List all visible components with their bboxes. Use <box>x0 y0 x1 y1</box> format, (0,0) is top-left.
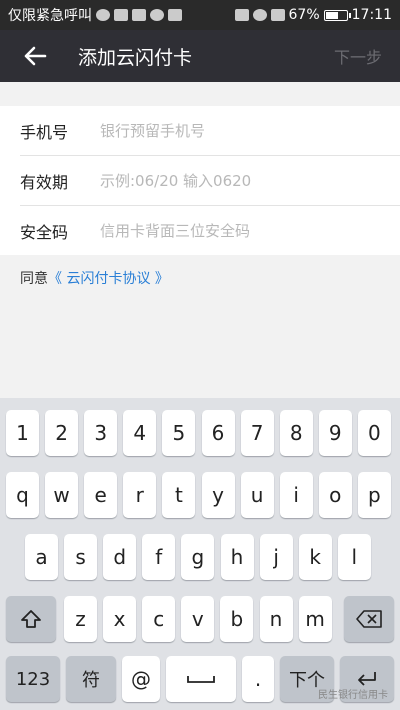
key-u[interactable]: u <box>240 472 274 518</box>
key-p[interactable]: p <box>357 472 391 518</box>
phone-label: 手机号 <box>20 122 69 142</box>
agreement-prefix: 同意 <box>20 271 48 287</box>
key-v[interactable]: v <box>181 596 215 642</box>
shift-key[interactable] <box>6 596 56 642</box>
image-icon <box>168 9 182 21</box>
battery-icon <box>323 9 351 21</box>
card-form: 手机号 有效期 安全码 <box>0 106 400 255</box>
arrow-left-icon <box>24 46 47 66</box>
key-w[interactable]: w <box>45 472 79 518</box>
space-key[interactable] <box>166 656 236 702</box>
key-0[interactable]: 0 <box>357 410 391 456</box>
chat-icon <box>150 9 164 21</box>
battery-percent: 67% <box>288 7 320 23</box>
cvv-input[interactable] <box>98 220 400 241</box>
keyboard: 1234567890 qwertyuiop asdfghjkl zxcvbnm … <box>0 398 400 710</box>
symbols-key[interactable]: 符 <box>66 656 116 702</box>
cvv-row: 安全码 <box>20 206 400 255</box>
key-j[interactable]: j <box>259 534 293 580</box>
at-key[interactable]: @ <box>122 656 160 702</box>
title-bar: 添加云闪付卡 下一步 <box>0 30 400 82</box>
numbers-key[interactable]: 123 <box>6 656 60 702</box>
key-l[interactable]: l <box>337 534 371 580</box>
dot-key[interactable]: . <box>242 656 274 702</box>
key-2[interactable]: 2 <box>45 410 79 456</box>
key-m[interactable]: m <box>298 596 332 642</box>
key-b[interactable]: b <box>220 596 254 642</box>
carrier-text: 仅限紧急呼叫 <box>8 8 92 24</box>
key-t[interactable]: t <box>162 472 196 518</box>
key-4[interactable]: 4 <box>123 410 157 456</box>
key-9[interactable]: 9 <box>318 410 352 456</box>
signal-icon <box>270 9 285 21</box>
next-step-button[interactable]: 下一步 <box>334 30 382 82</box>
key-s[interactable]: s <box>64 534 98 580</box>
cvv-label: 安全码 <box>20 222 69 242</box>
expiry-input[interactable] <box>98 170 400 191</box>
wifi-icon <box>252 9 267 21</box>
status-left: 仅限紧急呼叫 <box>8 5 182 25</box>
status-right: 67% 17:11 <box>234 7 392 23</box>
key-r[interactable]: r <box>123 472 157 518</box>
key-d[interactable]: d <box>103 534 137 580</box>
key-f[interactable]: f <box>142 534 176 580</box>
key-n[interactable]: n <box>259 596 293 642</box>
back-button[interactable] <box>12 30 58 82</box>
watermark: 民生银行信用卡 <box>318 690 388 701</box>
key-e[interactable]: e <box>84 472 118 518</box>
key-a[interactable]: a <box>25 534 58 580</box>
key-i[interactable]: i <box>279 472 313 518</box>
key-q[interactable]: q <box>6 472 39 518</box>
expiry-label: 有效期 <box>20 172 69 192</box>
backspace-key[interactable] <box>344 596 394 642</box>
key-g[interactable]: g <box>181 534 215 580</box>
key-z[interactable]: z <box>64 596 97 642</box>
mute-icon <box>234 9 249 21</box>
agreement: 同意《 云闪付卡协议 》 <box>20 268 169 288</box>
expiry-row: 有效期 <box>20 156 400 206</box>
key-h[interactable]: h <box>220 534 254 580</box>
key-5[interactable]: 5 <box>162 410 196 456</box>
key-6[interactable]: 6 <box>201 410 235 456</box>
key-k[interactable]: k <box>298 534 332 580</box>
app-icon <box>114 9 128 21</box>
status-bar: 仅限紧急呼叫 67% 17:11 <box>0 0 400 30</box>
shift-icon <box>21 610 41 628</box>
key-c[interactable]: c <box>142 596 176 642</box>
key-3[interactable]: 3 <box>84 410 118 456</box>
space-icon <box>187 676 215 683</box>
key-o[interactable]: o <box>318 472 352 518</box>
key-7[interactable]: 7 <box>240 410 274 456</box>
mail-icon <box>132 9 146 21</box>
key-8[interactable]: 8 <box>279 410 313 456</box>
key-x[interactable]: x <box>103 596 137 642</box>
notification-icon <box>96 9 110 21</box>
agreement-link[interactable]: 《 云闪付卡协议 》 <box>48 271 169 287</box>
key-1[interactable]: 1 <box>6 410 39 456</box>
backspace-icon <box>356 610 382 628</box>
phone-input[interactable] <box>98 120 400 141</box>
clock: 17:11 <box>351 7 392 23</box>
key-y[interactable]: y <box>201 472 235 518</box>
page-title: 添加云闪付卡 <box>78 46 193 69</box>
phone-row: 手机号 <box>20 106 400 156</box>
